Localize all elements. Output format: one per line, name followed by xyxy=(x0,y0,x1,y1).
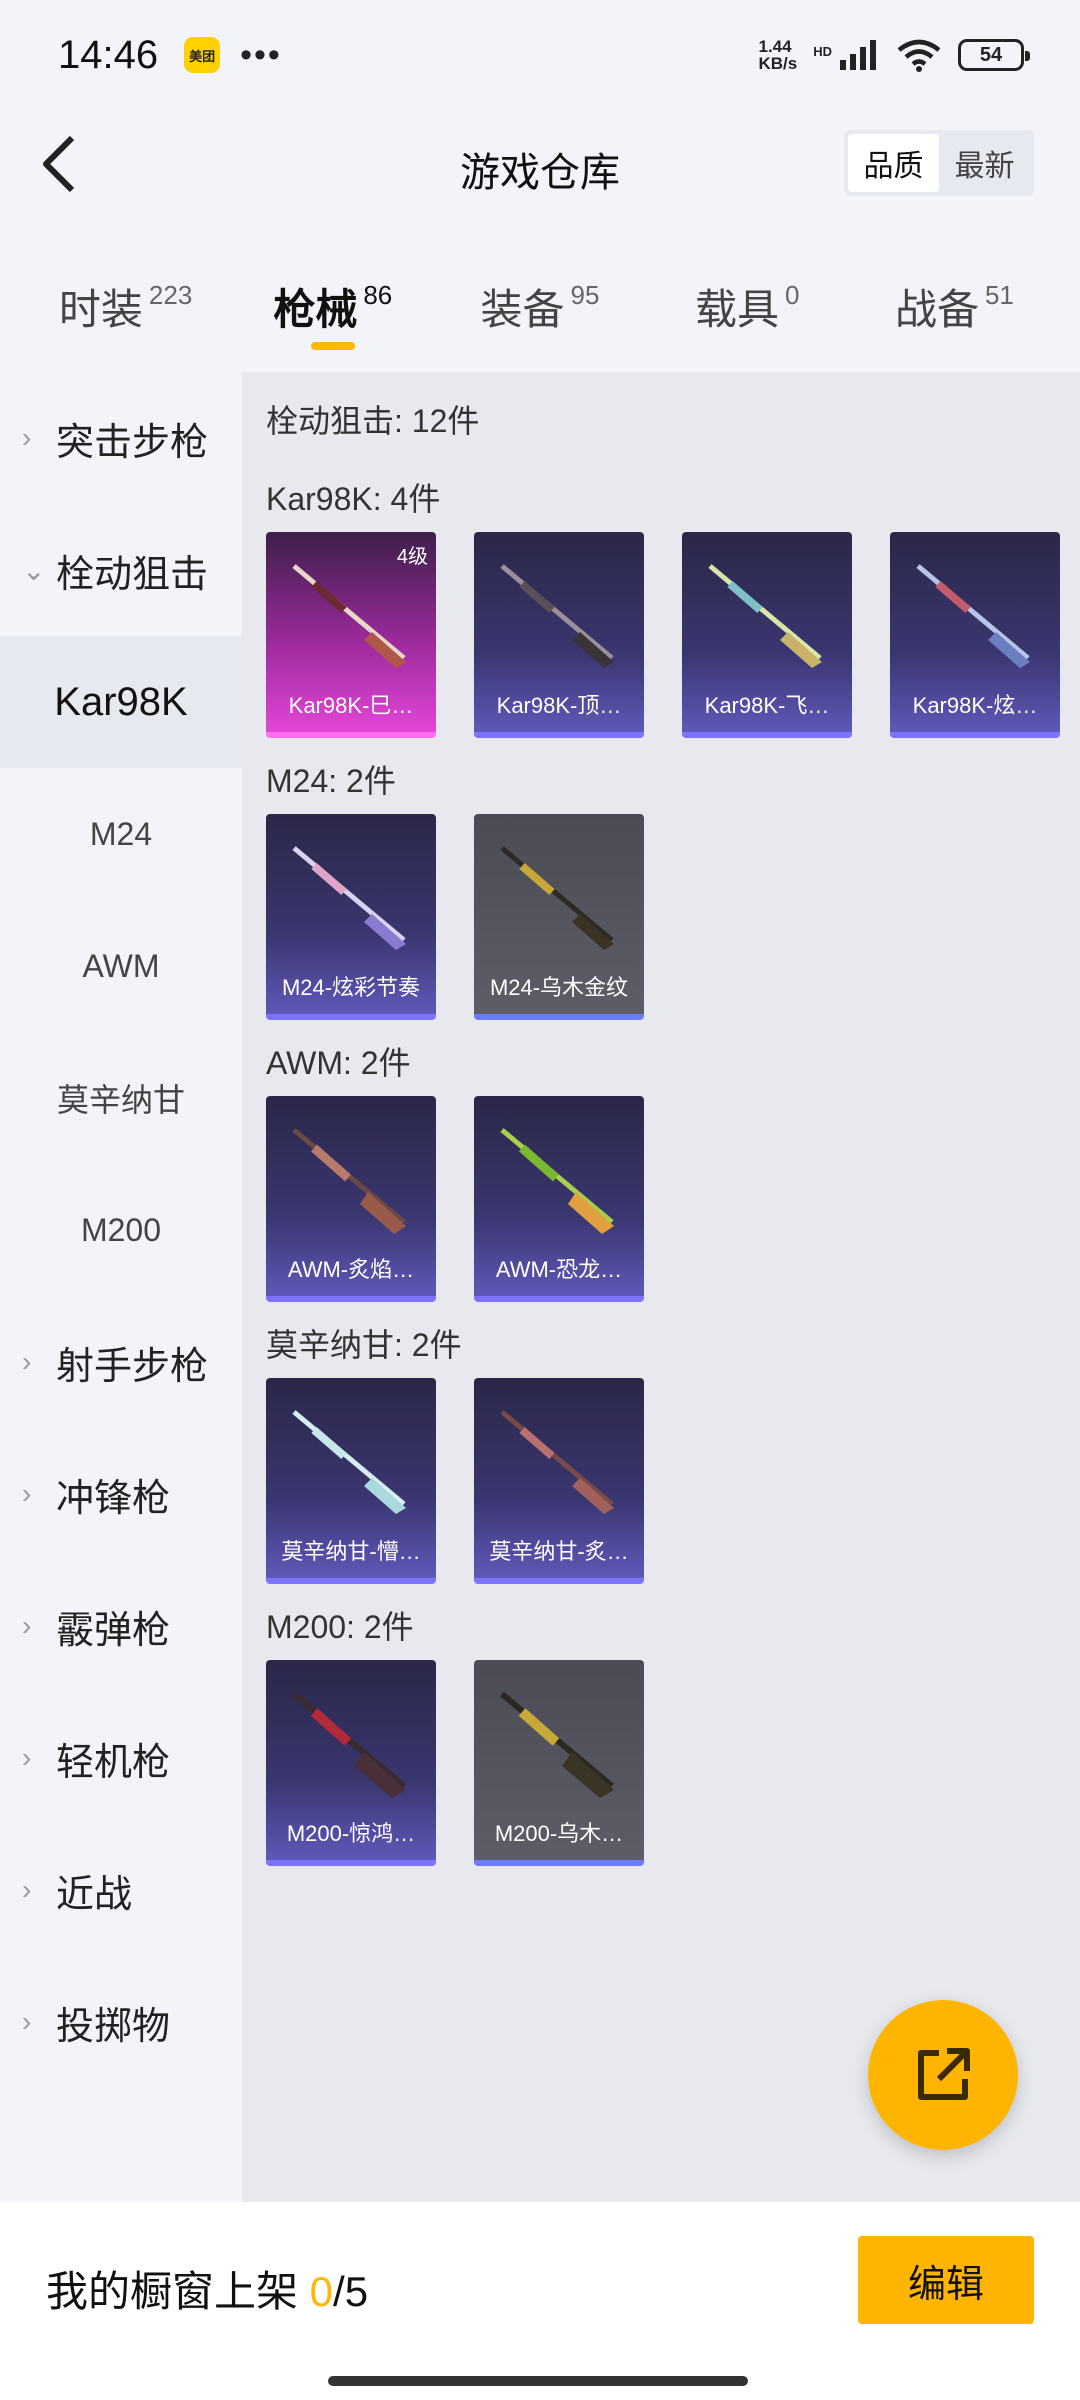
sidebar-subitem-kar98k[interactable]: Kar98K xyxy=(0,636,242,768)
item-card[interactable]: AWM-炙焰… xyxy=(266,1096,436,1302)
sidebar-subitem-m200[interactable]: M200 xyxy=(0,1164,242,1296)
category-tabs: 时装 223 枪械 86 装备 95 载具 0 战备 51 xyxy=(0,250,1080,360)
chevron-right-icon: › xyxy=(22,1874,32,1905)
weapon-category-sidebar: › 突击步枪 ⌄ 栓动狙击 Kar98K M24 AWM 莫辛纳甘 M200 ›… xyxy=(0,372,242,2202)
item-card[interactable]: Kar98K-炫… xyxy=(890,532,1060,738)
sidebar-subitem-m24[interactable]: M24 xyxy=(0,768,242,900)
item-grid: M200-惊鸿… M200-乌木… xyxy=(266,1660,1080,1866)
sidebar-item-throwable[interactable]: › 投掷物 xyxy=(0,1956,242,2088)
item-card[interactable]: 4级 Kar98K-巳… xyxy=(266,532,436,738)
hd-indicator: HD xyxy=(813,44,832,59)
rifle-icon xyxy=(292,564,406,668)
item-card[interactable]: 莫辛纳甘-炙… xyxy=(474,1378,644,1584)
cellular-signal-icon xyxy=(840,40,876,70)
item-card[interactable]: AWM-恐龙… xyxy=(474,1096,644,1302)
rifle-icon xyxy=(292,846,406,950)
tab-fashion[interactable]: 时装 223 xyxy=(22,250,229,360)
inventory-content: 栓动狙击: 12件 Kar98K: 4件 4级 Kar98K-巳… Kar98K… xyxy=(242,372,1080,2202)
meituan-app-icon: 美团 xyxy=(184,37,221,73)
category-summary: 栓动狙击: 12件 xyxy=(266,403,480,439)
rifle-icon xyxy=(500,846,614,950)
rifle-icon xyxy=(500,1128,614,1234)
item-card[interactable]: 莫辛纳甘-懵… xyxy=(266,1378,436,1584)
home-indicator[interactable] xyxy=(328,2376,748,2386)
network-speed: 1.44 KB/s xyxy=(758,37,798,73)
rifle-icon xyxy=(500,564,614,668)
active-tab-indicator xyxy=(310,342,355,350)
chevron-right-icon: › xyxy=(22,1610,32,1641)
group-title: M200: 2件 xyxy=(266,1609,414,1645)
rifle-icon xyxy=(292,1691,406,1798)
sort-toggle: 品质 最新 xyxy=(844,130,1034,196)
item-grid: M24-炫彩节奏 M24-乌木金纹 xyxy=(266,814,1080,1020)
sort-quality-button[interactable]: 品质 xyxy=(848,134,939,192)
chevron-down-icon: ⌄ xyxy=(22,554,46,586)
share-external-icon xyxy=(918,2048,970,2100)
sidebar-item-marksman-rifle[interactable]: › 射手步枪 xyxy=(0,1296,242,1428)
item-level-badge: 4级 xyxy=(396,546,428,568)
item-card[interactable]: M24-乌木金纹 xyxy=(474,814,644,1020)
rifle-icon xyxy=(500,1691,614,1798)
tab-supplies[interactable]: 战备 51 xyxy=(851,250,1058,360)
chevron-right-icon: › xyxy=(22,1742,32,1773)
bottom-bar: 我的橱窗上架 0/5 编辑 xyxy=(0,2202,1080,2400)
group-title: Kar98K: 4件 xyxy=(266,481,441,517)
item-card[interactable]: M24-炫彩节奏 xyxy=(266,814,436,1020)
status-time: 14:46 xyxy=(58,32,159,77)
group-title: M24: 2件 xyxy=(266,763,396,799)
wifi-icon xyxy=(897,39,941,72)
item-grid: 4级 Kar98K-巳… Kar98K-顶… Kar98K-飞… Kar98K-… xyxy=(266,532,1080,738)
chevron-right-icon: › xyxy=(22,2006,32,2037)
sidebar-subitem-awm[interactable]: AWM xyxy=(0,900,242,1032)
shelf-total-count: /5 xyxy=(333,2268,369,2315)
shelf-current-count: 0 xyxy=(309,2268,334,2315)
header: 游戏仓库 品质 最新 xyxy=(0,110,1080,220)
sidebar-subitem-mosin[interactable]: 莫辛纳甘 xyxy=(0,1032,242,1164)
rifle-icon xyxy=(292,1410,406,1514)
share-fab-button[interactable] xyxy=(868,2000,1018,2150)
item-grid: 莫辛纳甘-懵… 莫辛纳甘-炙… xyxy=(266,1378,1080,1584)
item-card[interactable]: Kar98K-飞… xyxy=(682,532,852,738)
chevron-right-icon: › xyxy=(22,1478,32,1509)
sidebar-item-smg[interactable]: › 冲锋枪 xyxy=(0,1428,242,1560)
tab-guns[interactable]: 枪械 86 xyxy=(229,250,436,360)
status-indicators: 1.44 KB/s HD 54 xyxy=(758,37,1030,73)
group-title: 莫辛纳甘: 2件 xyxy=(266,1327,462,1363)
tab-vehicles[interactable]: 载具 0 xyxy=(644,250,851,360)
chevron-right-icon: › xyxy=(22,422,32,453)
rifle-icon xyxy=(916,564,1030,668)
rifle-icon xyxy=(292,1128,406,1234)
edit-button[interactable]: 编辑 xyxy=(858,2236,1034,2324)
status-bar: 14:46 美团 ••• 1.44 KB/s HD 54 xyxy=(0,0,1080,110)
battery-icon: 54 xyxy=(958,39,1030,71)
sidebar-item-shotgun[interactable]: › 霰弹枪 xyxy=(0,1560,242,1692)
sort-newest-button[interactable]: 最新 xyxy=(939,134,1030,192)
tab-equipment[interactable]: 装备 95 xyxy=(436,250,643,360)
sidebar-item-assault-rifle[interactable]: › 突击步枪 xyxy=(0,372,242,504)
sidebar-item-lmg[interactable]: › 轻机枪 xyxy=(0,1692,242,1824)
chevron-right-icon: › xyxy=(22,1346,32,1377)
item-card[interactable]: M200-乌木… xyxy=(474,1660,644,1866)
item-card[interactable]: Kar98K-顶… xyxy=(474,532,644,738)
group-title: AWM: 2件 xyxy=(266,1045,411,1081)
item-grid: AWM-炙焰… AWM-恐龙… xyxy=(266,1096,1080,1302)
sidebar-item-bolt-sniper[interactable]: ⌄ 栓动狙击 xyxy=(0,504,242,636)
more-notifications-icon: ••• xyxy=(240,36,282,74)
rifle-icon xyxy=(708,564,822,668)
rifle-icon xyxy=(500,1410,614,1514)
item-card[interactable]: M200-惊鸿… xyxy=(266,1660,436,1866)
sidebar-item-melee[interactable]: › 近战 xyxy=(0,1824,242,1956)
showcase-shelf-status: 我的橱窗上架 0/5 xyxy=(46,2268,369,2315)
